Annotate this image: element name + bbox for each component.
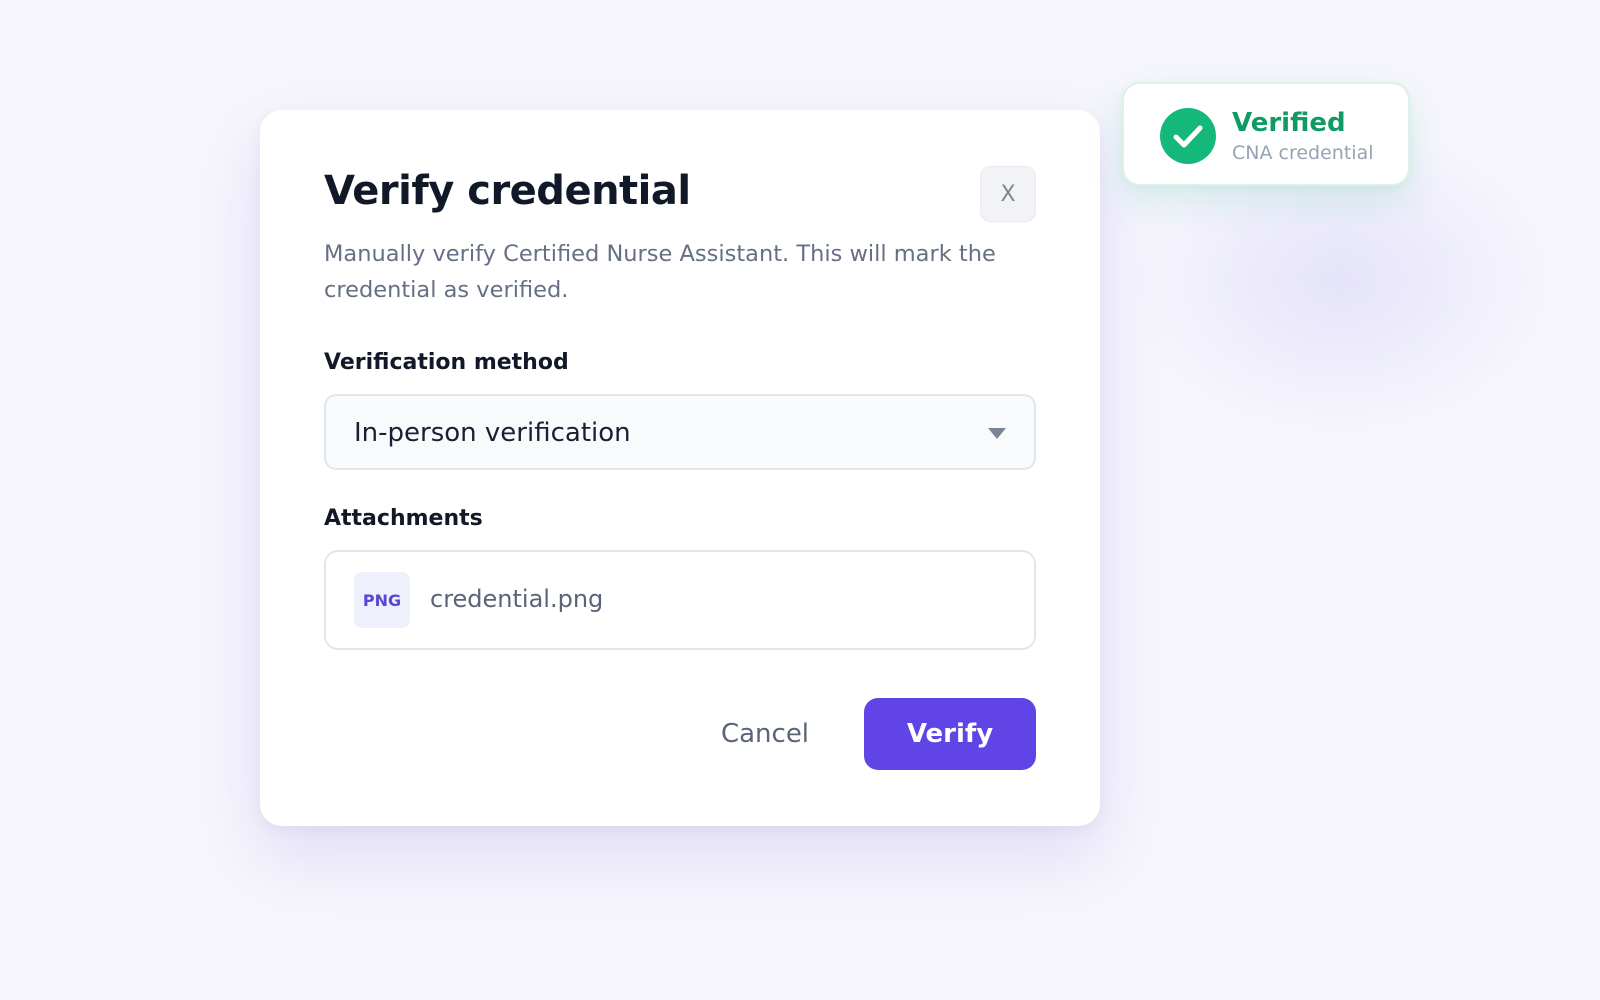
close-button[interactable]: X [980, 166, 1036, 222]
chevron-down-icon [988, 428, 1006, 439]
verify-credential-dialog: Verify credential X Manually verify Cert… [260, 110, 1100, 826]
attachment-file-name[interactable]: credential.png [430, 585, 603, 613]
toast-title: Verified [1232, 108, 1346, 138]
attachments-box: PNG credential.png [324, 550, 1036, 650]
verified-toast: Verified CNA credential [1122, 82, 1410, 186]
file-type-icon: PNG [354, 572, 410, 628]
check-circle-icon [1160, 108, 1216, 164]
verification-method-select[interactable]: In-person verification [324, 394, 1036, 470]
verify-button[interactable]: Verify [864, 698, 1036, 770]
verification-method-value: In-person verification [354, 418, 631, 448]
verification-method-label: Verification method [324, 350, 569, 375]
dialog-title: Verify credential [324, 168, 691, 214]
checkmark-icon [1173, 125, 1203, 148]
dialog-description: Manually verify Certified Nurse Assistan… [324, 241, 996, 303]
attachments-label: Attachments [324, 506, 483, 531]
toast-subtitle: CNA credential [1232, 142, 1374, 164]
page: Verify credential X Manually verify Cert… [0, 0, 1600, 1000]
cancel-button[interactable]: Cancel [700, 698, 830, 770]
